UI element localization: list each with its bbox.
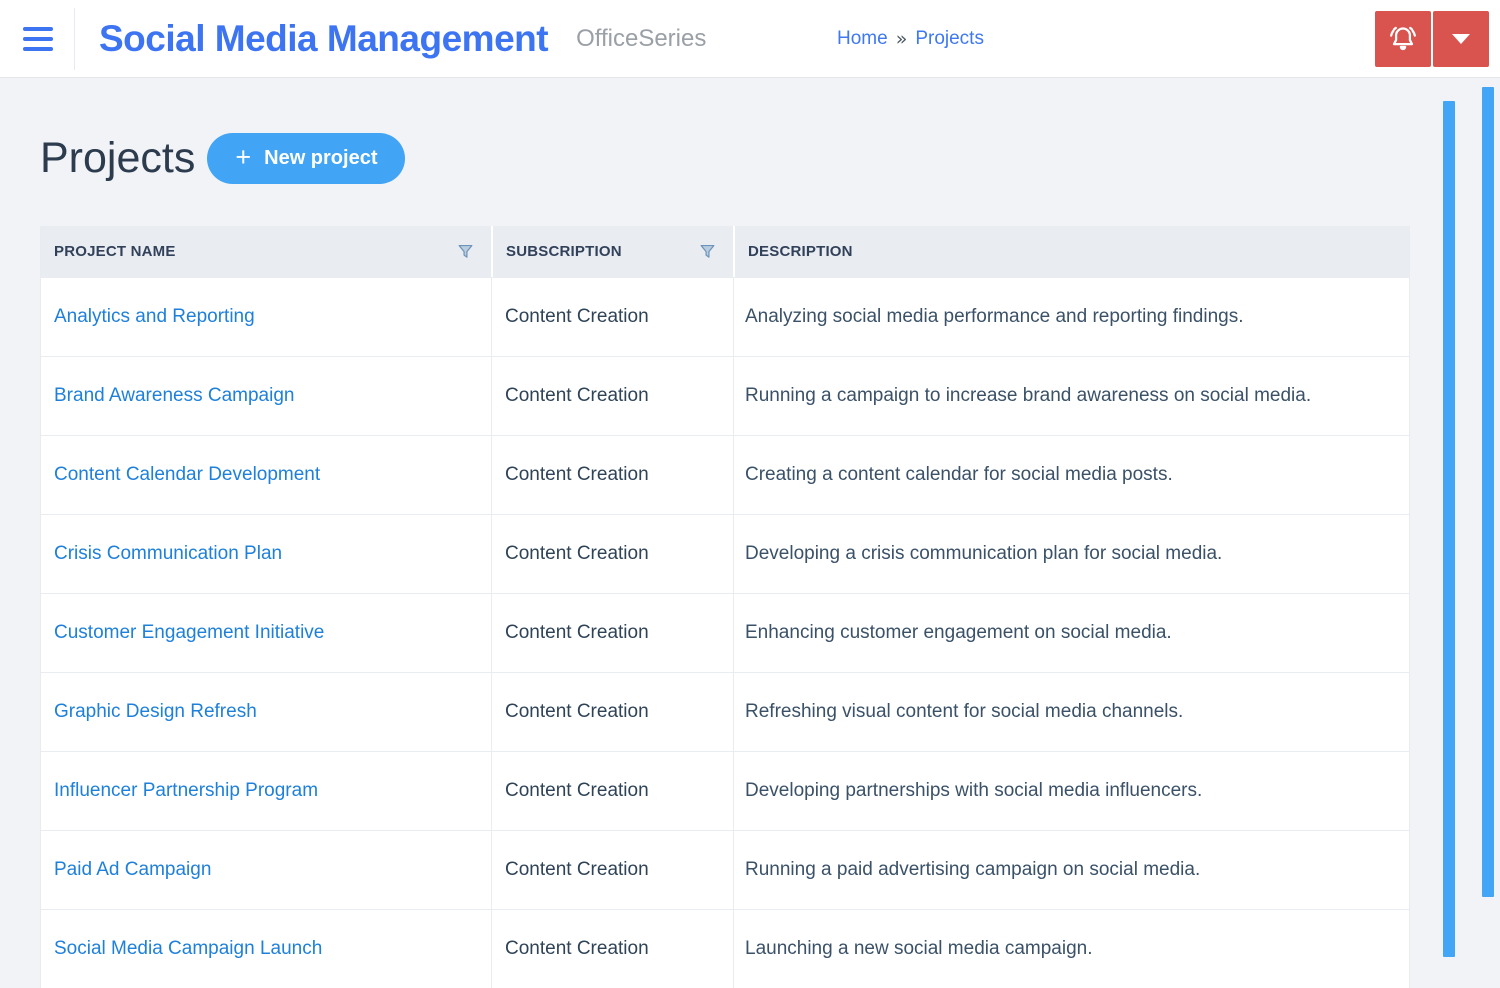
project-name-cell: Analytics and Reporting (41, 278, 491, 356)
column-label: DESCRIPTION (748, 243, 853, 260)
table-row: Content Calendar Development Content Cre… (41, 435, 1409, 514)
description-cell: Refreshing visual content for social med… (733, 673, 1409, 751)
new-project-label: New project (264, 147, 377, 170)
bell-icon (1385, 21, 1421, 57)
project-name-cell: Graphic Design Refresh (41, 673, 491, 751)
project-link[interactable]: Customer Engagement Initiative (54, 622, 324, 644)
table-row: Paid Ad Campaign Content Creation Runnin… (41, 830, 1409, 909)
filter-icon[interactable] (698, 242, 717, 261)
subscription-cell: Content Creation (491, 357, 733, 435)
description-cell: Developing a crisis communication plan f… (733, 515, 1409, 593)
project-name-cell: Crisis Communication Plan (41, 515, 491, 593)
project-link[interactable]: Graphic Design Refresh (54, 701, 257, 723)
project-link[interactable]: Influencer Partnership Program (54, 780, 318, 802)
breadcrumb: Home » Projects (837, 28, 984, 50)
table-row: Social Media Campaign Launch Content Cre… (41, 909, 1409, 988)
caret-down-icon (1452, 34, 1470, 44)
inner-scrollbar-thumb[interactable] (1443, 101, 1455, 957)
projects-table: PROJECT NAME SUBSCRIPTION DESCRIPTION (40, 226, 1410, 988)
table-row: Customer Engagement Initiative Content C… (41, 593, 1409, 672)
hamburger-bar (23, 27, 53, 31)
app-subtitle: OfficeSeries (576, 25, 706, 53)
outer-scrollbar-thumb[interactable] (1482, 87, 1494, 897)
app-title: Social Media Management (99, 18, 548, 60)
account-menu-button[interactable] (1433, 11, 1489, 67)
project-link[interactable]: Content Calendar Development (54, 464, 320, 486)
description-cell: Enhancing customer engagement on social … (733, 594, 1409, 672)
column-header-description[interactable]: DESCRIPTION (733, 226, 1409, 277)
subscription-cell: Content Creation (491, 752, 733, 830)
topbar: Social Media Management OfficeSeries Hom… (0, 0, 1500, 78)
project-name-cell: Social Media Campaign Launch (41, 910, 491, 988)
project-link[interactable]: Social Media Campaign Launch (54, 938, 322, 960)
breadcrumb-home-link[interactable]: Home (837, 28, 888, 50)
project-name-cell: Brand Awareness Campaign (41, 357, 491, 435)
column-header-subscription[interactable]: SUBSCRIPTION (491, 226, 733, 277)
subscription-cell: Content Creation (491, 278, 733, 356)
hamburger-bar (23, 37, 53, 41)
table-row: Crisis Communication Plan Content Creati… (41, 514, 1409, 593)
table-row: Graphic Design Refresh Content Creation … (41, 672, 1409, 751)
table-row: Analytics and Reporting Content Creation… (41, 277, 1409, 356)
notifications-button[interactable] (1375, 11, 1431, 67)
description-cell: Analyzing social media performance and r… (733, 278, 1409, 356)
topbar-divider (74, 8, 75, 70)
main-content: Projects + New project PROJECT NAME SUBS… (0, 133, 1500, 988)
table-header-row: PROJECT NAME SUBSCRIPTION DESCRIPTION (41, 226, 1409, 277)
project-name-cell: Paid Ad Campaign (41, 831, 491, 909)
project-name-cell: Customer Engagement Initiative (41, 594, 491, 672)
subscription-cell: Content Creation (491, 831, 733, 909)
project-name-cell: Influencer Partnership Program (41, 752, 491, 830)
hamburger-bar (23, 47, 53, 51)
subscription-cell: Content Creation (491, 594, 733, 672)
project-link[interactable]: Analytics and Reporting (54, 306, 255, 328)
page-title-row: Projects + New project (40, 133, 1410, 184)
subscription-cell: Content Creation (491, 515, 733, 593)
description-cell: Creating a content calendar for social m… (733, 436, 1409, 514)
subscription-cell: Content Creation (491, 673, 733, 751)
subscription-cell: Content Creation (491, 436, 733, 514)
page-title: Projects (40, 134, 195, 183)
project-link[interactable]: Brand Awareness Campaign (54, 385, 294, 407)
hamburger-icon[interactable] (23, 27, 53, 51)
description-cell: Launching a new social media campaign. (733, 910, 1409, 988)
table-row: Influencer Partnership Program Content C… (41, 751, 1409, 830)
description-cell: Running a campaign to increase brand awa… (733, 357, 1409, 435)
column-label: SUBSCRIPTION (506, 243, 622, 260)
subscription-cell: Content Creation (491, 910, 733, 988)
table-row: Brand Awareness Campaign Content Creatio… (41, 356, 1409, 435)
description-cell: Running a paid advertising campaign on s… (733, 831, 1409, 909)
column-header-project-name[interactable]: PROJECT NAME (41, 226, 491, 277)
description-cell: Developing partnerships with social medi… (733, 752, 1409, 830)
plus-icon: + (235, 144, 251, 171)
column-label: PROJECT NAME (54, 243, 176, 260)
breadcrumb-separator: » (896, 28, 908, 50)
project-link[interactable]: Crisis Communication Plan (54, 543, 282, 565)
filter-icon[interactable] (456, 242, 475, 261)
new-project-button[interactable]: + New project (207, 133, 405, 184)
project-link[interactable]: Paid Ad Campaign (54, 859, 211, 881)
topbar-actions (1375, 11, 1489, 67)
project-name-cell: Content Calendar Development (41, 436, 491, 514)
breadcrumb-current-link[interactable]: Projects (915, 28, 984, 50)
